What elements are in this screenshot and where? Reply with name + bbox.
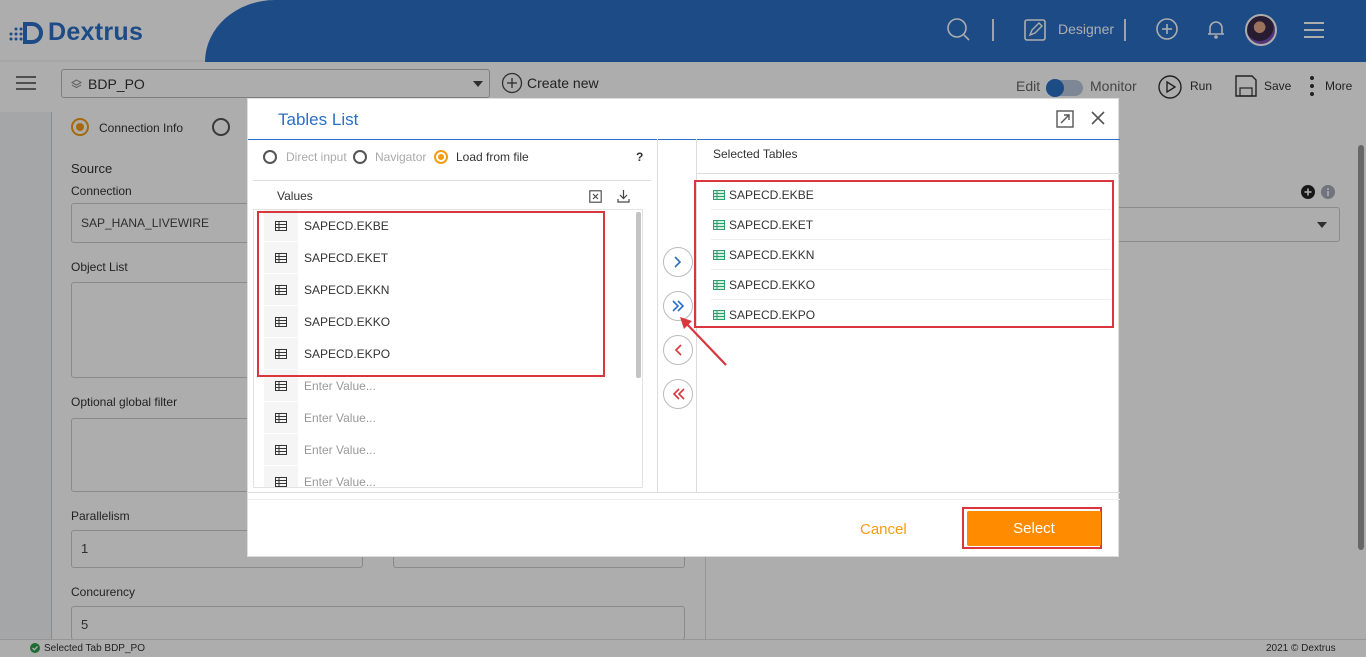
value-placeholder: Enter Value...: [304, 379, 376, 393]
value-placeholder: Enter Value...: [304, 411, 376, 425]
footer-divider: [248, 492, 1120, 493]
maximize-icon[interactable]: [1056, 110, 1074, 128]
double-chevron-left-icon: [672, 388, 685, 400]
mode-load-from-file-radio[interactable]: [434, 150, 448, 164]
table-icon: [275, 444, 287, 455]
value-placeholder: Enter Value...: [304, 475, 376, 488]
column-divider: [657, 139, 658, 492]
modal-title: Tables List: [278, 110, 359, 129]
move-all-left-button[interactable]: [663, 379, 693, 409]
values-scrollbar[interactable]: [636, 212, 641, 378]
list-item[interactable]: Enter Value...: [264, 402, 642, 434]
highlight-box-values: [257, 211, 605, 377]
select-button[interactable]: Select: [967, 511, 1101, 546]
list-item[interactable]: Enter Value...: [264, 434, 642, 466]
help-icon[interactable]: ?: [636, 150, 643, 164]
footer-divider: [248, 499, 1120, 500]
modal-title-underline: [248, 139, 1120, 140]
mode-direct-input-radio[interactable]: [263, 150, 277, 164]
selected-tables-header: Selected Tables: [713, 147, 798, 161]
table-icon: [275, 412, 287, 423]
chevron-right-icon: [674, 256, 682, 268]
mode-load-from-file-label[interactable]: Load from file: [456, 150, 529, 164]
move-right-button[interactable]: [663, 247, 693, 277]
mode-direct-input-label[interactable]: Direct input: [286, 150, 347, 164]
tables-list-modal: Tables List Direct input Navigator Load …: [247, 98, 1120, 557]
clear-icon[interactable]: [589, 190, 602, 203]
values-header: Values: [277, 189, 313, 203]
list-item[interactable]: Enter Value...: [264, 466, 642, 488]
close-icon[interactable]: [1090, 110, 1106, 126]
table-icon: [275, 476, 287, 487]
download-icon[interactable]: [617, 189, 630, 203]
cancel-button[interactable]: Cancel: [860, 521, 907, 538]
selected-divider: [697, 173, 1120, 174]
table-icon: [275, 380, 287, 391]
mode-navigator-label[interactable]: Navigator: [375, 150, 426, 164]
double-chevron-right-icon: [671, 300, 684, 312]
value-placeholder: Enter Value...: [304, 443, 376, 457]
highlight-box-selected: [694, 180, 1114, 328]
mode-navigator-radio[interactable]: [353, 150, 367, 164]
mode-divider: [253, 180, 651, 181]
